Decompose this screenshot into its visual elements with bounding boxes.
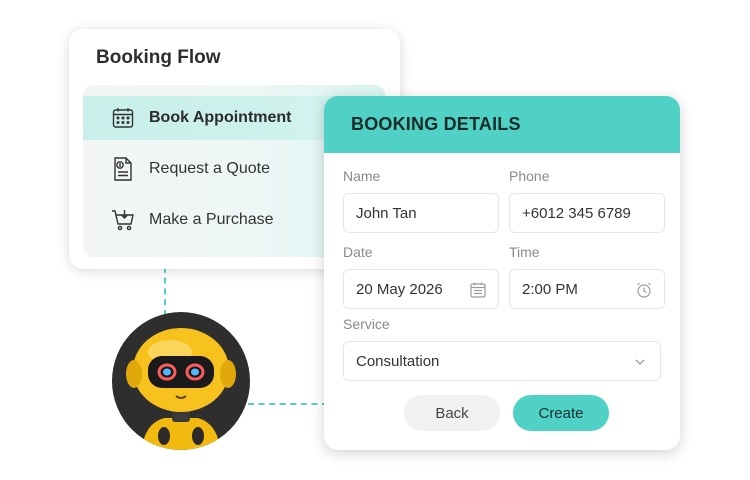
date-value: 20 May 2026 [356, 280, 443, 298]
service-select[interactable]: Consultation [343, 341, 661, 381]
flow-item-label: Request a Quote [149, 160, 270, 177]
time-value: 2:00 PM [522, 280, 578, 298]
date-label: Date [343, 244, 373, 260]
service-value: Consultation [356, 352, 440, 370]
back-button[interactable]: Back [404, 395, 500, 431]
flow-item-label: Make a Purchase [149, 211, 274, 228]
calendar-icon [109, 104, 137, 132]
phone-label: Phone [509, 168, 550, 184]
cart-icon [109, 206, 137, 234]
booking-details-title: BOOKING DETAILS [351, 114, 521, 134]
time-label: Time [509, 244, 540, 260]
service-label: Service [343, 316, 390, 332]
phone-field[interactable]: +6012 345 6789 [509, 193, 665, 233]
chevron-down-icon [630, 352, 650, 372]
create-button[interactable]: Create [513, 395, 609, 431]
invoice-icon [109, 155, 137, 183]
name-label: Name [343, 168, 381, 184]
name-field[interactable]: John Tan [343, 193, 499, 233]
booking-flow-title: Booking Flow [96, 47, 221, 68]
flow-item-label: Book Appointment [149, 109, 292, 126]
robot-avatar [112, 312, 250, 450]
name-value: John Tan [356, 204, 417, 222]
booking-details-header: BOOKING DETAILS [324, 96, 680, 153]
alarm-clock-icon[interactable] [634, 280, 654, 300]
calendar-icon[interactable] [468, 280, 488, 300]
connector-line-horizontal [248, 403, 328, 405]
time-field[interactable]: 2:00 PM [509, 269, 665, 309]
phone-value: +6012 345 6789 [522, 204, 631, 222]
date-field[interactable]: 20 May 2026 [343, 269, 499, 309]
booking-details-card: BOOKING DETAILS Name John Tan Phone +601… [324, 96, 680, 450]
